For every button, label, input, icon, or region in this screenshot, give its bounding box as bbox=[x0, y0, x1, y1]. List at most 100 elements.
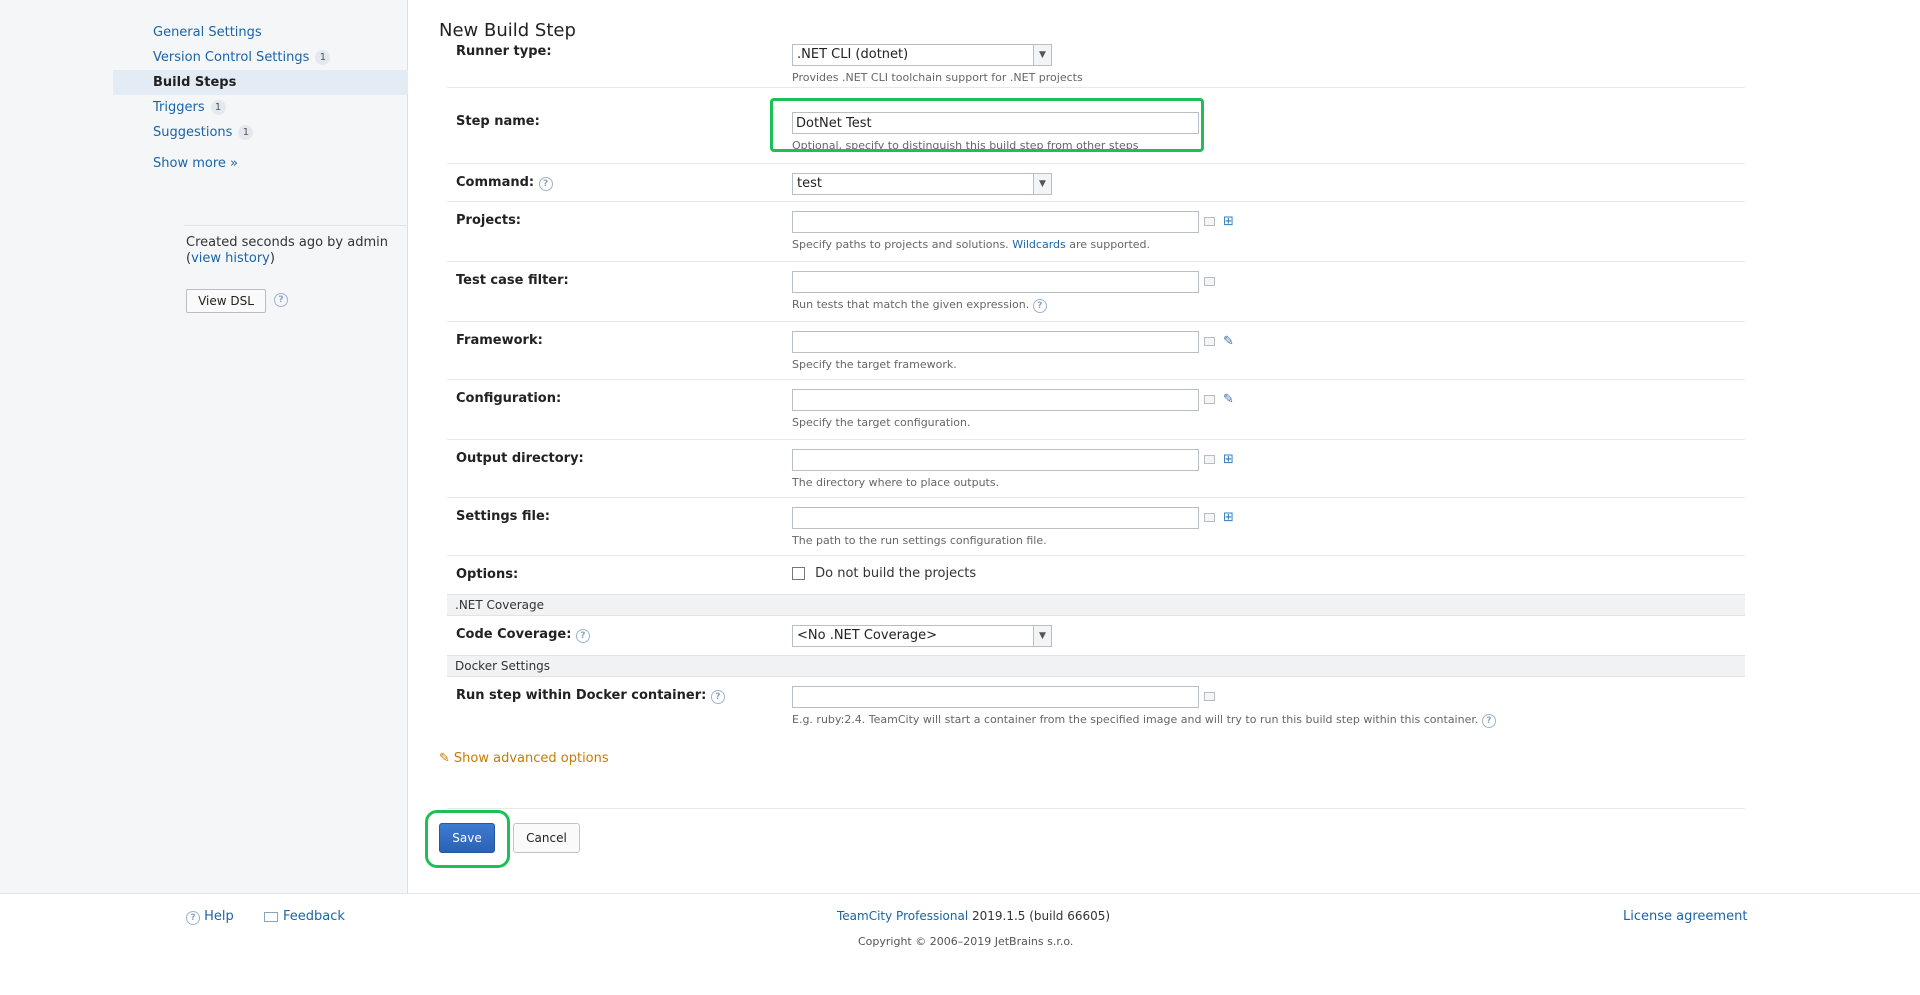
envelope-icon bbox=[264, 911, 278, 922]
runner-type-label: Runner type: bbox=[456, 44, 552, 59]
sidebar-item-label: Build Steps bbox=[153, 75, 237, 90]
sidebar-item-triggers[interactable]: Triggers 1 bbox=[113, 95, 408, 120]
configuration-input[interactable] bbox=[792, 389, 1199, 411]
help-icon: ? bbox=[186, 911, 200, 925]
configuration-row: Configuration: Specify the target config… bbox=[447, 380, 1745, 440]
parameter-icon[interactable] bbox=[1204, 217, 1215, 226]
help-icon[interactable]: ? bbox=[1481, 714, 1496, 728]
help-icon[interactable]: ? bbox=[538, 177, 553, 191]
license-agreement-link[interactable]: License agreement bbox=[1623, 909, 1747, 924]
framework-hint: Specify the target framework. bbox=[792, 358, 957, 371]
configuration-hint: Specify the target configuration. bbox=[792, 416, 971, 429]
parameter-icon[interactable] bbox=[1204, 337, 1215, 346]
runner-type-hint: Provides .NET CLI toolchain support for … bbox=[792, 71, 1083, 84]
test-case-filter-hint: Run tests that match the given expressio… bbox=[792, 298, 1030, 311]
sidebar-item-build-steps[interactable]: Build Steps bbox=[113, 70, 408, 95]
output-directory-input[interactable] bbox=[792, 449, 1199, 471]
cancel-button[interactable]: Cancel bbox=[513, 823, 580, 853]
docker-row: Run step within Docker container: ? E.g.… bbox=[447, 677, 1745, 737]
help-icon[interactable]: ? bbox=[274, 293, 288, 307]
framework-input[interactable] bbox=[792, 331, 1199, 353]
parameter-icon[interactable] bbox=[1204, 513, 1215, 522]
wildcards-link[interactable]: Wildcards bbox=[1012, 238, 1066, 251]
sidebar: General Settings Version Control Setting… bbox=[0, 0, 408, 893]
parameter-icon[interactable] bbox=[1204, 455, 1215, 464]
sidebar-item-label: Version Control Settings bbox=[153, 50, 310, 65]
output-directory-label: Output directory: bbox=[456, 451, 584, 466]
settings-file-row: Settings file: The path to the run setti… bbox=[447, 498, 1745, 556]
runner-type-select[interactable]: .NET CLI (dotnet) ▼ bbox=[792, 44, 1052, 66]
magic-wand-icon[interactable]: ✎ bbox=[1223, 392, 1234, 407]
sidebar-item-label: Triggers bbox=[153, 100, 205, 115]
settings-file-hint: The path to the run settings configurati… bbox=[792, 534, 1047, 547]
feedback-label: Feedback bbox=[283, 909, 345, 924]
sidebar-item-version-control-settings[interactable]: Version Control Settings 1 bbox=[113, 45, 408, 70]
docker-hint-group: E.g. ruby:2.4. TeamCity will start a con… bbox=[792, 713, 1496, 728]
docker-hint: E.g. ruby:2.4. TeamCity will start a con… bbox=[792, 713, 1479, 726]
framework-label: Framework: bbox=[456, 333, 543, 348]
do-not-build-checkbox[interactable] bbox=[792, 567, 805, 580]
magic-wand-icon[interactable]: ✎ bbox=[1223, 334, 1234, 349]
code-coverage-label: Code Coverage: bbox=[456, 627, 572, 642]
docker-image-input[interactable] bbox=[792, 686, 1199, 708]
parameter-icon[interactable] bbox=[1204, 395, 1215, 404]
parameter-icon[interactable] bbox=[1204, 692, 1215, 701]
count-badge: 1 bbox=[210, 100, 226, 115]
view-dsl-button[interactable]: View DSL bbox=[186, 289, 266, 313]
configuration-label: Configuration: bbox=[456, 391, 562, 406]
wrench-icon: ✎ bbox=[439, 751, 450, 766]
sidebar-nav: General Settings Version Control Setting… bbox=[113, 20, 408, 176]
created-text: Created seconds ago by admin bbox=[186, 235, 388, 250]
code-coverage-select[interactable]: <No .NET Coverage> ▼ bbox=[792, 625, 1052, 647]
docker-section-header: Docker Settings bbox=[447, 655, 1745, 677]
chevron-down-icon: ▼ bbox=[1033, 45, 1051, 65]
do-not-build-label[interactable]: Do not build the projects bbox=[815, 566, 976, 581]
coverage-section-header: .NET Coverage bbox=[447, 594, 1745, 616]
projects-label: Projects: bbox=[456, 213, 521, 228]
view-history-link[interactable]: view history bbox=[191, 251, 270, 266]
test-case-filter-input[interactable] bbox=[792, 271, 1199, 293]
help-link[interactable]: ? Help bbox=[186, 909, 234, 925]
command-row: Command: ? test ▼ bbox=[447, 164, 1745, 202]
footer: ? Help Feedback TeamCity Professional 20… bbox=[0, 893, 1920, 995]
advanced-label: Show advanced options bbox=[453, 751, 609, 766]
created-info: Created seconds ago by admin (view histo… bbox=[186, 235, 388, 266]
feedback-link[interactable]: Feedback bbox=[264, 909, 345, 924]
command-label-group: Command: ? bbox=[456, 175, 553, 191]
sidebar-item-label: Suggestions bbox=[153, 125, 233, 140]
docker-label: Run step within Docker container: bbox=[456, 688, 707, 703]
command-value: test bbox=[797, 176, 822, 191]
chevron-down-icon: ▼ bbox=[1033, 626, 1051, 646]
show-more-link[interactable]: Show more » bbox=[113, 151, 408, 176]
docker-label-group: Run step within Docker container: ? bbox=[456, 688, 725, 704]
projects-row: Projects: Specify paths to projects and … bbox=[447, 202, 1745, 262]
test-case-filter-hint-group: Run tests that match the given expressio… bbox=[792, 298, 1199, 313]
settings-file-input[interactable] bbox=[792, 507, 1199, 529]
help-icon[interactable]: ? bbox=[710, 690, 725, 704]
divider bbox=[447, 808, 1745, 809]
code-coverage-label-group: Code Coverage: ? bbox=[456, 627, 590, 643]
help-icon[interactable]: ? bbox=[575, 629, 590, 643]
product-info: TeamCity Professional 2019.1.5 (build 66… bbox=[837, 909, 1110, 923]
help-label: Help bbox=[204, 909, 234, 924]
tree-browse-icon[interactable]: ⊞ bbox=[1223, 214, 1234, 229]
command-label: Command: bbox=[456, 175, 535, 190]
sidebar-item-suggestions[interactable]: Suggestions 1 bbox=[113, 120, 408, 145]
tree-browse-icon[interactable]: ⊞ bbox=[1223, 452, 1234, 467]
parameter-icon[interactable] bbox=[1204, 277, 1215, 286]
product-link[interactable]: TeamCity Professional bbox=[837, 909, 968, 923]
framework-row: Framework: Specify the target framework.… bbox=[447, 322, 1745, 380]
sidebar-item-general-settings[interactable]: General Settings bbox=[113, 20, 408, 45]
show-advanced-options-link[interactable]: ✎ Show advanced options bbox=[439, 751, 609, 766]
test-case-filter-label: Test case filter: bbox=[456, 273, 569, 288]
count-badge: 1 bbox=[315, 50, 331, 65]
test-case-filter-row: Test case filter: Run tests that match t… bbox=[447, 262, 1745, 322]
page-title: New Build Step bbox=[439, 20, 576, 41]
output-directory-hint: The directory where to place outputs. bbox=[792, 476, 1000, 489]
output-directory-row: Output directory: The directory where to… bbox=[447, 440, 1745, 498]
tree-browse-icon[interactable]: ⊞ bbox=[1223, 510, 1234, 525]
runner-type-row: Runner type: .NET CLI (dotnet) ▼ Provide… bbox=[447, 44, 1745, 88]
help-icon[interactable]: ? bbox=[1032, 299, 1047, 313]
command-select[interactable]: test ▼ bbox=[792, 173, 1052, 195]
projects-input[interactable] bbox=[792, 211, 1199, 233]
